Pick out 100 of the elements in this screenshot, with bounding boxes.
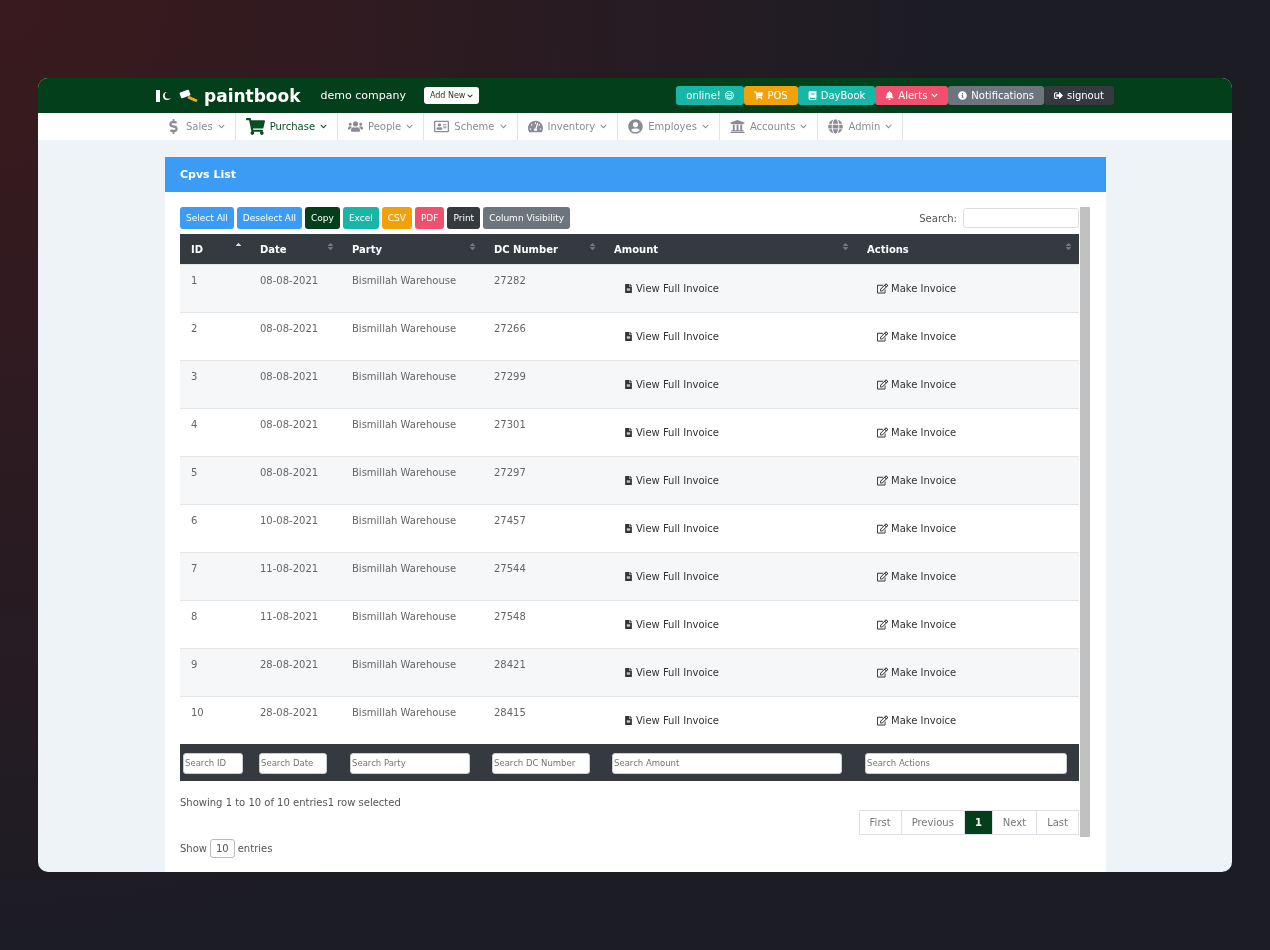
table-cell-text: 08-08-2021 xyxy=(259,466,320,480)
cart-icon xyxy=(245,117,265,136)
pagination-button[interactable]: First xyxy=(858,810,902,835)
edit-icon xyxy=(877,523,888,534)
document-icon xyxy=(624,476,633,485)
view-invoice-link[interactable]: View Full Invoice xyxy=(624,522,719,535)
nav-menu-item[interactable]: Employes xyxy=(618,113,720,140)
column-header[interactable]: Date xyxy=(249,234,341,264)
view-invoice-link[interactable]: View Full Invoice xyxy=(624,570,719,583)
cart-icon xyxy=(754,91,764,100)
make-invoice-link[interactable]: Make Invoice xyxy=(877,522,957,535)
table-cell-text: Bismillah Warehouse xyxy=(351,562,458,576)
table-cell-text: 8 xyxy=(190,610,199,624)
toolbar-button[interactable]: Print xyxy=(447,207,481,229)
filter-field[interactable]: Search Date xyxy=(259,752,327,774)
toolbar-button[interactable]: Column Visibility xyxy=(483,207,571,229)
nav-menu-item[interactable]: People xyxy=(338,113,425,140)
filter-field[interactable]: Search Actions xyxy=(865,752,1067,774)
table-cell-text: 3 xyxy=(190,370,199,384)
table-cell-text: 5 xyxy=(190,466,199,480)
table-cell-text: 08-08-2021 xyxy=(259,418,320,432)
pagination-button[interactable]: Previous xyxy=(900,810,965,835)
nav-menu-item[interactable]: Inventory xyxy=(517,113,619,140)
column-header[interactable]: DC Number xyxy=(483,234,603,264)
chevron-down-icon xyxy=(320,123,328,130)
card-title: Cpvs List xyxy=(165,157,1106,192)
filter-field[interactable]: Search ID xyxy=(183,752,243,774)
table-cell-text: 7 xyxy=(190,562,199,576)
table-cell-text: 27299 xyxy=(493,370,527,384)
nav-menu-item[interactable]: Sales xyxy=(156,113,236,140)
entries-select[interactable]: 10 xyxy=(210,839,235,858)
view-invoice-link[interactable]: View Full Invoice xyxy=(624,426,719,439)
notifications-badge[interactable]: Notifications xyxy=(948,86,1044,105)
table-cell-text: 11-08-2021 xyxy=(259,610,320,624)
chevron-down-icon xyxy=(217,123,225,130)
make-invoice-link[interactable]: Make Invoice xyxy=(877,570,957,583)
table-cell-text: Bismillah Warehouse xyxy=(351,370,458,384)
view-invoice-link[interactable]: View Full Invoice xyxy=(624,474,719,487)
document-icon xyxy=(624,428,633,437)
view-invoice-link[interactable]: View Full Invoice xyxy=(624,330,719,343)
table-cell-text: 27297 xyxy=(493,466,527,480)
view-invoice-link[interactable]: View Full Invoice xyxy=(624,666,719,679)
pagination-button[interactable]: Next xyxy=(991,810,1038,835)
table-cell-text: 08-08-2021 xyxy=(259,274,320,288)
nav-menu-item[interactable]: Accounts xyxy=(719,113,819,140)
table-cell-text: 27266 xyxy=(493,322,527,336)
table-cell-text: 4 xyxy=(190,418,199,432)
column-header[interactable]: Actions xyxy=(856,234,1079,264)
make-invoice-link[interactable]: Make Invoice xyxy=(877,426,957,439)
filter-field[interactable]: Search Party xyxy=(350,752,470,774)
filter-field[interactable]: Search Amount xyxy=(612,752,842,774)
table-cell-text: 10-08-2021 xyxy=(259,514,320,528)
make-invoice-link[interactable]: Make Invoice xyxy=(877,714,957,727)
make-invoice-link[interactable]: Make Invoice xyxy=(877,666,957,679)
signout-icon xyxy=(1053,91,1063,100)
view-invoice-link[interactable]: View Full Invoice xyxy=(624,618,719,631)
pagination-button[interactable]: Last xyxy=(1036,810,1079,835)
table-cell-text: 27544 xyxy=(493,562,527,576)
view-invoice-link[interactable]: View Full Invoice xyxy=(624,378,719,391)
edit-icon xyxy=(877,283,888,294)
column-header[interactable]: Party xyxy=(341,234,483,264)
column-header[interactable]: ID xyxy=(180,234,249,264)
entries-label: entries xyxy=(237,843,273,854)
table-cell-text: 2 xyxy=(190,322,199,336)
make-invoice-link[interactable]: Make Invoice xyxy=(877,378,957,391)
filter-field[interactable]: Search DC Number xyxy=(492,752,590,774)
make-invoice-link[interactable]: Make Invoice xyxy=(877,282,957,295)
make-invoice-link[interactable]: Make Invoice xyxy=(877,330,957,343)
signout-badge[interactable]: signout xyxy=(1043,86,1114,105)
chevron-down-icon xyxy=(701,123,709,130)
table-cell-text: Bismillah Warehouse xyxy=(351,514,458,528)
nav-menu-item[interactable]: Admin xyxy=(818,113,904,140)
search-field[interactable] xyxy=(963,208,1079,228)
nav-menu-item[interactable]: Scheme xyxy=(424,113,518,140)
make-invoice-link[interactable]: Make Invoice xyxy=(877,618,957,631)
book-icon xyxy=(807,91,817,100)
table-cell-text: 27457 xyxy=(493,514,527,528)
add-new-button[interactable]: Add New xyxy=(423,87,480,104)
document-icon xyxy=(624,284,633,293)
id-card-icon xyxy=(434,119,450,134)
info-icon xyxy=(958,91,968,100)
table-cell-text: 28415 xyxy=(493,706,527,720)
nav-menu-item[interactable]: Purchase xyxy=(235,113,339,140)
make-invoice-link[interactable]: Make Invoice xyxy=(877,474,957,487)
pagination-button[interactable]: 1 xyxy=(963,810,993,835)
table-cell-text: 6 xyxy=(190,514,199,528)
globe-icon xyxy=(828,119,844,134)
table-cell-text: Bismillah Warehouse xyxy=(351,322,458,336)
bank-icon xyxy=(729,119,745,134)
table-cell-text: Bismillah Warehouse xyxy=(351,610,458,624)
table-cell-text: 28421 xyxy=(493,658,527,672)
view-invoice-link[interactable]: View Full Invoice xyxy=(624,714,719,727)
table-cell-text: 9 xyxy=(190,658,199,672)
company-name: demo company xyxy=(320,89,406,102)
document-icon xyxy=(624,524,633,533)
view-invoice-link[interactable]: View Full Invoice xyxy=(624,282,719,295)
column-header[interactable]: Amount xyxy=(603,234,856,264)
toolbar-button[interactable]: Copy xyxy=(305,207,340,229)
chevron-down-icon xyxy=(931,92,939,99)
scrollbar[interactable] xyxy=(1080,207,1090,837)
